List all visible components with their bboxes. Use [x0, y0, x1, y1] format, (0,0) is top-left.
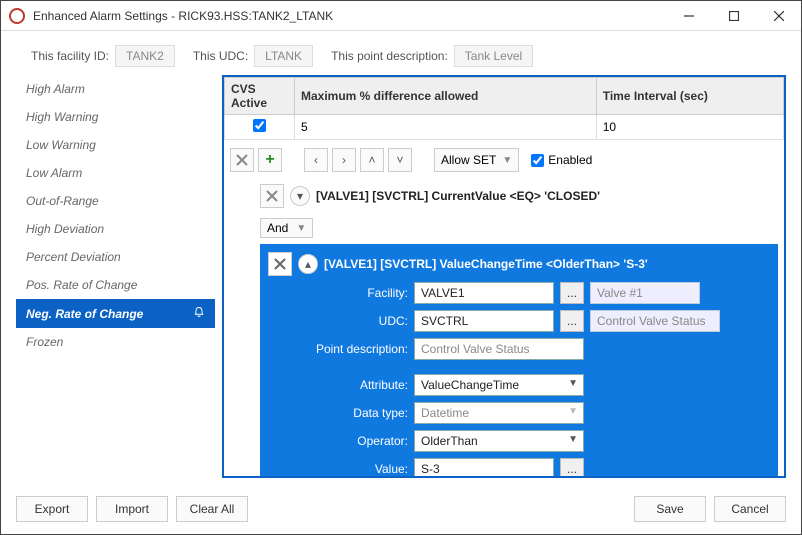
value-field-label: Value: [268, 462, 408, 476]
close-button[interactable] [756, 1, 801, 30]
alarm-type-list: High Alarm High Warning Low Warning Low … [16, 75, 216, 478]
udc-input[interactable] [414, 310, 554, 332]
pointdesc-input [414, 338, 584, 360]
operator-select[interactable] [414, 430, 584, 452]
nav-left-button[interactable]: ‹ [304, 148, 328, 172]
cvs-active-checkbox[interactable] [253, 119, 266, 132]
save-button[interactable]: Save [634, 496, 706, 522]
pointdesc-field-label: Point description: [268, 342, 408, 356]
caret-down-icon: ▼ [568, 378, 578, 389]
cancel-button[interactable]: Cancel [714, 496, 786, 522]
maximize-button[interactable] [711, 1, 756, 30]
sidebar-item-low-warning[interactable]: Low Warning [16, 131, 215, 159]
rule2-delete-button[interactable] [268, 252, 292, 276]
udc-label: This UDC: [193, 49, 248, 63]
udc-field-label: UDC: [268, 314, 408, 328]
rule2-text: [VALVE1] [SVCTRL] ValueChangeTime <Older… [324, 257, 648, 271]
sidebar-item-high-alarm[interactable]: High Alarm [16, 75, 215, 103]
caret-down-icon: ▼ [296, 223, 306, 234]
enabled-checkbox[interactable] [531, 154, 544, 167]
rule1-text: [VALVE1] [SVCTRL] CurrentValue <EQ> 'CLO… [316, 189, 600, 203]
operator-field-label: Operator: [268, 434, 408, 448]
sidebar-item-out-of-range[interactable]: Out-of-Range [16, 187, 215, 215]
attribute-select[interactable] [414, 374, 584, 396]
col-time-interval[interactable]: Time Interval (sec) [596, 78, 783, 115]
col-cvs-active[interactable]: CVS Active [225, 78, 295, 115]
facility-browse-button[interactable]: ... [560, 282, 584, 304]
logic-op-dropdown[interactable]: And ▼ [260, 218, 313, 238]
nav-right-button[interactable]: › [332, 148, 356, 172]
caret-down-icon: ▼ [502, 155, 512, 166]
sidebar-item-low-alarm[interactable]: Low Alarm [16, 159, 215, 187]
col-max-pct[interactable]: Maximum % difference allowed [295, 78, 597, 115]
attribute-field-label: Attribute: [268, 378, 408, 392]
sidebar-item-high-deviation[interactable]: High Deviation [16, 215, 215, 243]
caret-down-icon: ▼ [568, 434, 578, 445]
datatype-field-label: Data type: [268, 406, 408, 420]
sidebar-item-high-warning[interactable]: High Warning [16, 103, 215, 131]
interval-cell[interactable]: 10 [596, 115, 783, 140]
minimize-button[interactable] [666, 1, 711, 30]
value-input[interactable] [414, 458, 554, 476]
app-icon [9, 8, 25, 24]
value-browse-button[interactable]: ... [560, 458, 584, 476]
udc-value: LTANK [254, 45, 313, 67]
facility-field-label: Facility: [268, 286, 408, 300]
window-title: Enhanced Alarm Settings - RICK93.HSS:TAN… [33, 9, 666, 23]
nav-up-button[interactable]: ˄ [360, 148, 384, 172]
enabled-checkbox-wrap[interactable]: Enabled [531, 153, 592, 167]
rule2-panel: ▴ [VALVE1] [SVCTRL] ValueChangeTime <Old… [260, 244, 778, 476]
allow-set-dropdown[interactable]: Allow SET ▼ [434, 148, 519, 172]
sidebar-item-percent-deviation[interactable]: Percent Deviation [16, 243, 215, 271]
facility-desc: Valve #1 [590, 282, 700, 304]
delete-rule-button[interactable] [230, 148, 254, 172]
point-desc-label: This point description: [331, 49, 448, 63]
point-desc-value: Tank Level [454, 45, 533, 67]
import-button[interactable]: Import [96, 496, 168, 522]
export-button[interactable]: Export [16, 496, 88, 522]
sidebar-item-neg-rate[interactable]: Neg. Rate of Change [16, 299, 215, 328]
sidebar-item-frozen[interactable]: Frozen [16, 328, 215, 356]
enabled-label: Enabled [548, 153, 592, 167]
udc-desc: Control Valve Status [590, 310, 720, 332]
settings-grid: CVS Active Maximum % difference allowed … [224, 77, 784, 140]
rule2-collapse-button[interactable]: ▴ [298, 254, 318, 274]
add-rule-button[interactable]: + [258, 148, 282, 172]
rule1-expand-button[interactable]: ▾ [290, 186, 310, 206]
rule1-delete-button[interactable] [260, 184, 284, 208]
sidebar-item-pos-rate[interactable]: Pos. Rate of Change [16, 271, 215, 299]
udc-browse-button[interactable]: ... [560, 310, 584, 332]
bell-icon [193, 306, 205, 321]
facility-id-label: This facility ID: [31, 49, 109, 63]
clear-all-button[interactable]: Clear All [176, 496, 248, 522]
caret-down-icon: ▼ [568, 406, 578, 417]
facility-input[interactable] [414, 282, 554, 304]
facility-id-value: TANK2 [115, 45, 175, 67]
content-pane: CVS Active Maximum % difference allowed … [222, 75, 786, 478]
datatype-select [414, 402, 584, 424]
nav-down-button[interactable]: ˅ [388, 148, 412, 172]
max-pct-cell[interactable]: 5 [295, 115, 597, 140]
